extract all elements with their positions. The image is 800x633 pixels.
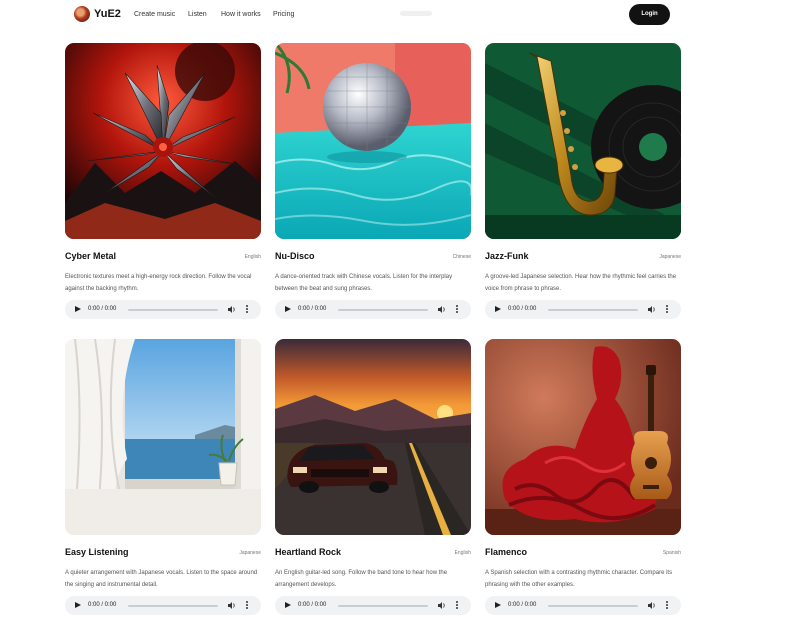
song-description: A dance-oriented track with Chinese voca…: [275, 274, 453, 292]
play-icon[interactable]: [495, 306, 501, 312]
audio-time: 0:00 / 0:00: [508, 306, 537, 312]
song-description: Electronic textures meet a high-energy r…: [65, 274, 252, 292]
song-title: Easy Listening: [65, 547, 129, 557]
audio-seek-bar[interactable]: [548, 605, 638, 607]
song-description: A groove-led Japanese selection. Hear ho…: [485, 274, 677, 292]
play-icon[interactable]: [495, 602, 501, 608]
nav-listen[interactable]: Listen: [188, 11, 207, 18]
nav-create-music[interactable]: Create music: [134, 11, 175, 18]
volume-icon[interactable]: [648, 306, 656, 313]
volume-icon[interactable]: [228, 306, 236, 313]
song-card: Jazz-Funk Japanese A groove-led Japanese…: [485, 43, 681, 319]
song-cover-image: [275, 339, 471, 535]
more-vertical-icon[interactable]: [456, 305, 459, 315]
audio-time: 0:00 / 0:00: [298, 306, 327, 312]
song-card: Easy Listening Japanese A quieter arrang…: [65, 339, 261, 615]
song-language: English: [244, 254, 261, 260]
audio-time: 0:00 / 0:00: [88, 306, 117, 312]
audio-time: 0:00 / 0:00: [88, 602, 117, 608]
more-vertical-icon[interactable]: [666, 305, 669, 315]
play-icon[interactable]: [285, 306, 291, 312]
song-card: Cyber Metal English Electronic textures …: [65, 43, 261, 319]
top-navigation: YuE2 Create music Listen How it works Pr…: [0, 0, 800, 30]
song-language: Japanese: [659, 254, 681, 260]
song-title: Heartland Rock: [275, 547, 342, 557]
more-vertical-icon[interactable]: [246, 305, 249, 315]
audio-time: 0:00 / 0:00: [298, 602, 327, 608]
song-description: A quieter arrangement with Japanese voca…: [65, 570, 258, 588]
more-vertical-icon[interactable]: [456, 601, 459, 611]
song-cover-image: [65, 339, 261, 535]
audio-seek-bar[interactable]: [338, 605, 428, 607]
song-card: Heartland Rock English An English guitar…: [275, 339, 471, 615]
audio-seek-bar[interactable]: [128, 309, 218, 311]
song-description: An English guitar-led song. Follow the b…: [275, 570, 448, 588]
audio-player: 0:00 / 0:00: [275, 596, 471, 615]
song-title: Nu-Disco: [275, 251, 315, 261]
nav-how-it-works[interactable]: How it works: [221, 11, 261, 18]
song-cover-image: [275, 43, 471, 239]
song-language: Japanese: [239, 550, 261, 556]
more-vertical-icon[interactable]: [246, 601, 249, 611]
song-language: English: [454, 550, 471, 556]
play-icon[interactable]: [75, 602, 81, 608]
play-icon[interactable]: [285, 602, 291, 608]
song-card: Nu-Disco Chinese A dance-oriented track …: [275, 43, 471, 319]
song-card: Flamenco Spanish A Spanish selection wit…: [485, 339, 681, 615]
volume-icon[interactable]: [438, 306, 446, 313]
audio-player: 0:00 / 0:00: [275, 300, 471, 319]
song-description: A Spanish selection with a contrasting r…: [485, 570, 673, 588]
audio-player: 0:00 / 0:00: [485, 300, 681, 319]
brand-name[interactable]: YuE2: [94, 8, 121, 20]
audio-player: 0:00 / 0:00: [65, 596, 261, 615]
audio-player: 0:00 / 0:00: [65, 300, 261, 319]
play-icon[interactable]: [75, 306, 81, 312]
brand-logo-icon[interactable]: [74, 6, 90, 22]
more-vertical-icon[interactable]: [666, 601, 669, 611]
header-placeholder: [400, 11, 432, 16]
audio-seek-bar[interactable]: [338, 309, 428, 311]
volume-icon[interactable]: [438, 602, 446, 609]
song-language: Chinese: [452, 254, 471, 260]
nav-pricing[interactable]: Pricing: [273, 11, 294, 18]
song-title: Cyber Metal: [65, 251, 117, 261]
song-title: Flamenco: [485, 547, 528, 557]
song-cover-image: [485, 43, 681, 239]
audio-seek-bar[interactable]: [128, 605, 218, 607]
volume-icon[interactable]: [648, 602, 656, 609]
audio-time: 0:00 / 0:00: [508, 602, 537, 608]
volume-icon[interactable]: [228, 602, 236, 609]
song-language: Spanish: [662, 550, 681, 556]
login-button[interactable]: Login: [629, 4, 670, 25]
song-cover-image: [485, 339, 681, 535]
audio-seek-bar[interactable]: [548, 309, 638, 311]
song-title: Jazz-Funk: [485, 251, 529, 261]
audio-player: 0:00 / 0:00: [485, 596, 681, 615]
song-cover-image: [65, 43, 261, 239]
